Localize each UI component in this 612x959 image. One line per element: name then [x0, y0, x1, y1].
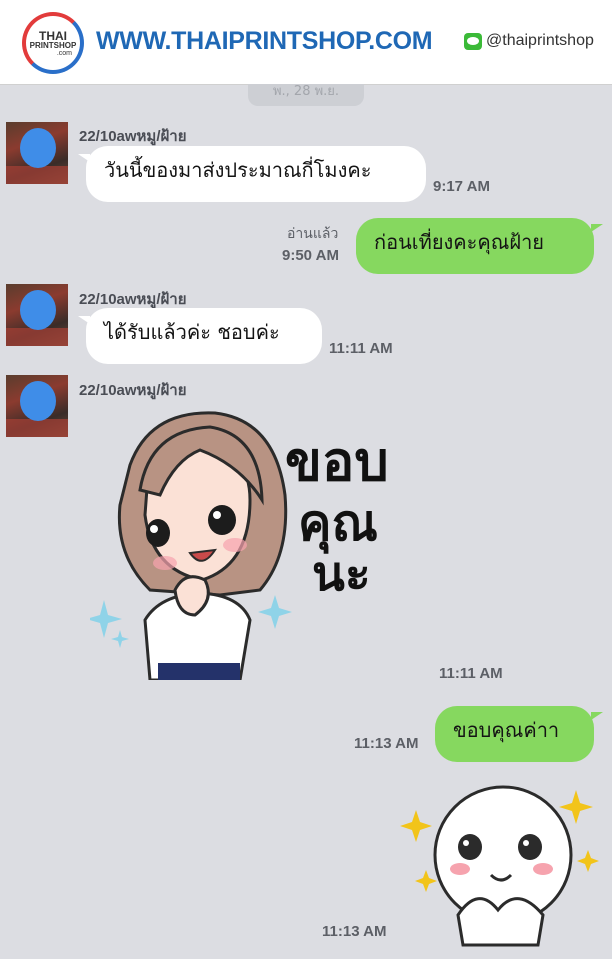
message-time: 9:17 AM — [433, 178, 490, 195]
message-time: 9:50 AM — [282, 247, 339, 264]
message-time: 11:11 AM — [439, 665, 503, 682]
contact-avatar[interactable] — [6, 122, 68, 184]
line-app-icon — [464, 33, 482, 50]
site-header: THAI PRINTSHOP .com WWW.THAIPRINTSHOP.CO… — [0, 0, 612, 85]
message-bubble-incoming[interactable]: วันนี้ของมาส่งประมาณกี่โมงคะ — [78, 146, 426, 202]
logo-text-top: THAI — [39, 28, 67, 43]
sticker-white-face-touched[interactable] — [398, 775, 603, 950]
date-separator: พ., 28 พ.ย. — [248, 84, 364, 106]
sticker-girl-thank-you[interactable]: ขอบ คุณ นะ — [90, 405, 420, 680]
message-time: 11:13 AM — [354, 735, 419, 752]
message-time: 11:11 AM — [329, 340, 393, 357]
site-url[interactable]: WWW.THAIPRINTSHOP.COM — [96, 27, 433, 56]
message-bubble-incoming[interactable]: ได้รับแล้วค่ะ ชอบค่ะ — [78, 308, 322, 364]
sticker-text-line: นะ — [312, 546, 371, 602]
logo-text-bottom: .com — [56, 49, 72, 57]
sticker-text-line: คุณ — [298, 493, 378, 554]
message-bubble-outgoing[interactable]: ขอบคุณค่าา — [435, 706, 603, 762]
thaiprintshop-logo: THAI PRINTSHOP .com — [22, 12, 84, 74]
sender-name: 22/10awหมู/ฝ้าย — [79, 128, 187, 145]
message-bubble-outgoing[interactable]: ก่อนเที่ยงคะคุณฝ้าย — [356, 218, 603, 274]
contact-avatar[interactable] — [6, 375, 68, 437]
read-receipt: อ่านแล้ว — [287, 226, 339, 242]
logo-text-mid: PRINTSHOP — [29, 40, 77, 50]
line-handle[interactable]: @thaiprintshop — [486, 32, 594, 50]
contact-avatar[interactable] — [6, 284, 68, 346]
sticker-text-line: ขอบ — [285, 429, 389, 493]
sender-name: 22/10awหมู/ฝ้าย — [79, 382, 187, 399]
message-time: 11:13 AM — [322, 923, 387, 940]
